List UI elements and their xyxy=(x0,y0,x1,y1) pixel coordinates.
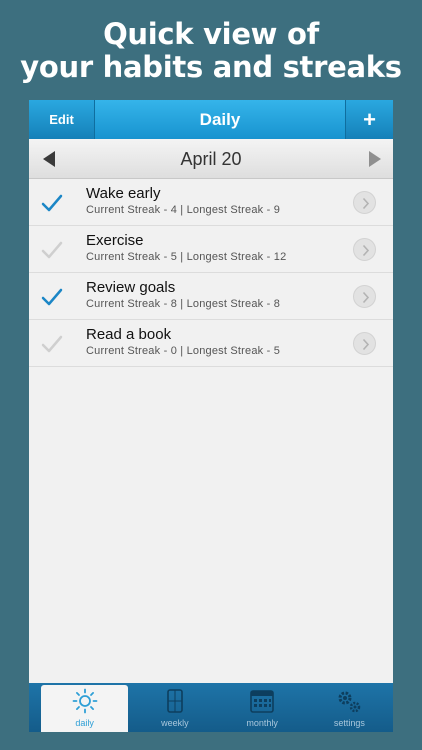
headline-line-1: Quick view of xyxy=(103,17,319,51)
tab-label: weekly xyxy=(161,718,189,728)
tab-settings[interactable]: settings xyxy=(306,683,393,732)
disclosure-arrow-icon[interactable] xyxy=(353,191,376,214)
habit-row-exercise[interactable]: Exercise Current Streak - 5 | Longest St… xyxy=(29,226,393,273)
checkmark-icon[interactable] xyxy=(41,240,63,260)
habit-name: Read a book xyxy=(86,326,172,343)
habit-row-wake-early[interactable]: Wake early Current Streak - 4 | Longest … xyxy=(29,179,393,226)
headline: Quick view of your habits and streaks xyxy=(0,18,422,84)
habit-streak: Current Streak - 5 | Longest Streak - 12 xyxy=(86,251,287,263)
headline-line-2: your habits and streaks xyxy=(20,50,402,84)
page-title: Daily xyxy=(199,109,241,129)
tab-label: settings xyxy=(333,718,365,728)
gears-icon xyxy=(338,691,361,713)
next-day-arrow-icon[interactable] xyxy=(369,151,381,167)
habit-streak: Current Streak - 4 | Longest Streak - 9 xyxy=(86,204,281,216)
weekly-calendar-icon xyxy=(167,689,183,713)
tab-bar: daily weekly monthly settings xyxy=(29,683,393,732)
tab-label: daily xyxy=(75,718,94,728)
habit-streak: Current Streak - 8 | Longest Streak - 8 xyxy=(86,298,281,310)
habit-streak: Current Streak - 0 | Longest Streak - 5 xyxy=(86,345,281,357)
habit-name: Exercise xyxy=(86,232,144,249)
disclosure-arrow-icon[interactable] xyxy=(353,332,376,355)
tab-label: monthly xyxy=(246,718,278,728)
add-habit-button[interactable]: + xyxy=(345,100,393,139)
navigation-bar: Edit Daily + xyxy=(29,100,393,139)
tab-monthly[interactable]: monthly xyxy=(219,683,306,732)
disclosure-arrow-icon[interactable] xyxy=(353,238,376,261)
checkmark-icon[interactable] xyxy=(41,334,63,354)
habit-row-review-goals[interactable]: Review goals Current Streak - 8 | Longes… xyxy=(29,273,393,320)
habit-list: Wake early Current Streak - 4 | Longest … xyxy=(29,179,393,367)
edit-button[interactable]: Edit xyxy=(29,100,95,139)
sun-icon xyxy=(72,688,98,714)
habit-name: Review goals xyxy=(86,279,176,296)
previous-day-arrow-icon[interactable] xyxy=(43,151,55,167)
tab-daily[interactable]: daily xyxy=(41,685,129,732)
checkmark-icon[interactable] xyxy=(41,287,63,307)
app-screen: Edit Daily + April 20 Wake early Current… xyxy=(29,100,393,732)
date-navigator: April 20 xyxy=(29,139,393,179)
tab-weekly[interactable]: weekly xyxy=(131,683,218,732)
current-date: April 20 xyxy=(180,148,242,169)
habit-row-read-a-book[interactable]: Read a book Current Streak - 0 | Longest… xyxy=(29,320,393,367)
habit-name: Wake early xyxy=(86,185,161,202)
checkmark-icon[interactable] xyxy=(41,193,63,213)
monthly-calendar-icon xyxy=(250,690,274,713)
disclosure-arrow-icon[interactable] xyxy=(353,285,376,308)
